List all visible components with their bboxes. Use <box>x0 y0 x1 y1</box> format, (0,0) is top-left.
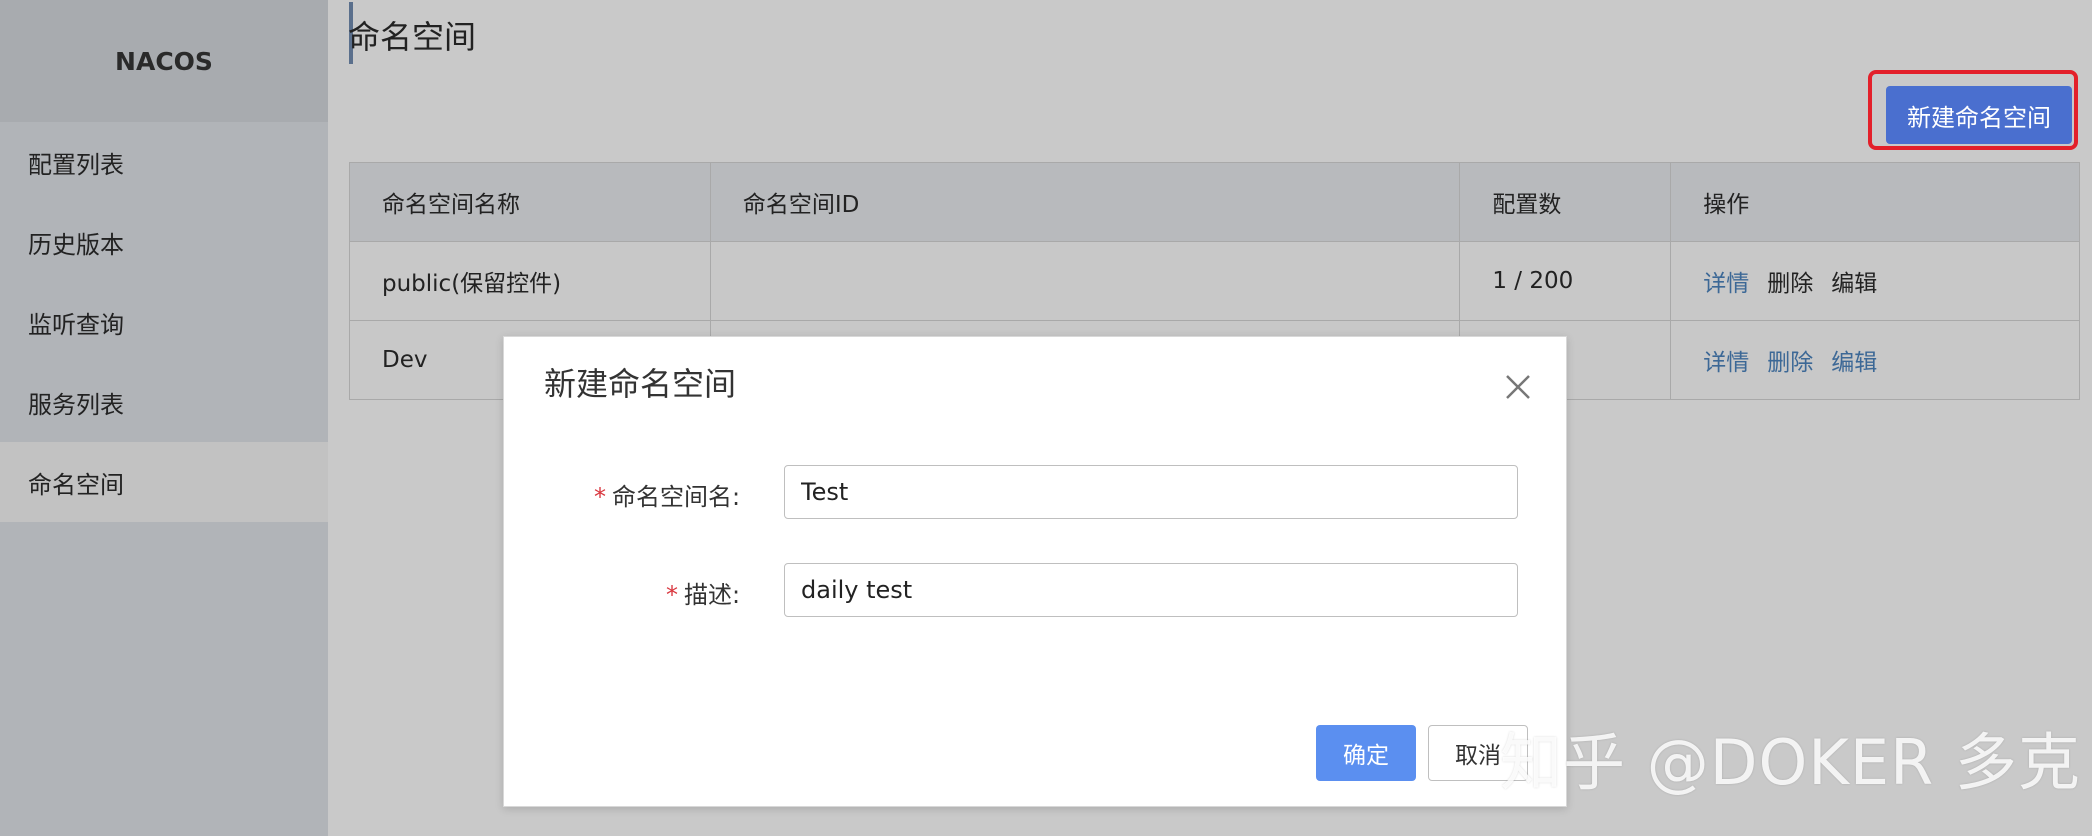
edit-link[interactable]: 编辑 <box>1831 271 1877 297</box>
required-mark: * <box>666 581 678 609</box>
close-icon[interactable] <box>1502 371 1534 403</box>
table-header-row: 命名空间名称 命名空间ID 配置数 操作 <box>349 162 2080 242</box>
sidebar-item-service-list[interactable]: 服务列表 <box>0 362 328 442</box>
table-row: public(保留控件) 1 / 200 详情 删除 编辑 <box>349 241 2080 321</box>
sidebar-item-config-list[interactable]: 配置列表 <box>0 122 328 202</box>
sidebar-item-listener-query[interactable]: 监听查询 <box>0 282 328 362</box>
namespace-name-input[interactable] <box>784 465 1518 519</box>
col-header-count: 配置数 <box>1459 162 1672 242</box>
new-namespace-highlight: 新建命名空间 <box>1868 70 2078 150</box>
cell-config-count: 1 / 200 <box>1459 241 1672 321</box>
new-namespace-dialog: 新建命名空间 *命名空间名: *描述: 确定 取消 <box>503 336 1567 807</box>
cell-namespace-name: public(保留控件) <box>349 241 711 321</box>
delete-link[interactable]: 删除 <box>1767 350 1813 376</box>
sidebar-item-history[interactable]: 历史版本 <box>0 202 328 282</box>
col-header-id: 命名空间ID <box>709 162 1461 242</box>
new-namespace-button[interactable]: 新建命名空间 <box>1886 86 2072 144</box>
edit-link[interactable]: 编辑 <box>1831 350 1877 376</box>
description-label: * 描述: <box>666 581 741 609</box>
app-logo: NACOS <box>0 0 328 122</box>
watermark: 知乎 @DOKER 多克 <box>1500 726 2081 799</box>
dialog-title: 新建命名空间 <box>544 365 737 403</box>
col-header-name: 命名空间名称 <box>349 162 711 242</box>
cell-namespace-id <box>709 241 1461 321</box>
description-input[interactable] <box>784 563 1518 617</box>
detail-link[interactable]: 详情 <box>1703 350 1749 376</box>
cell-actions: 详情 删除 编辑 <box>1670 241 2080 321</box>
col-header-actions: 操作 <box>1670 162 2080 242</box>
required-mark: * <box>594 483 606 511</box>
namespace-name-label: * 命名空间名: <box>594 483 741 511</box>
sidebar: NACOS 配置列表 历史版本 监听查询 服务列表 命名空间 <box>0 0 328 836</box>
delete-link[interactable]: 删除 <box>1767 271 1813 297</box>
detail-link[interactable]: 详情 <box>1703 271 1749 297</box>
sidebar-item-namespace[interactable]: 命名空间 <box>0 442 328 522</box>
page-title: 命名空间 <box>348 18 477 56</box>
cell-actions: 详情 删除 编辑 <box>1670 320 2080 400</box>
confirm-button[interactable]: 确定 <box>1316 725 1416 781</box>
